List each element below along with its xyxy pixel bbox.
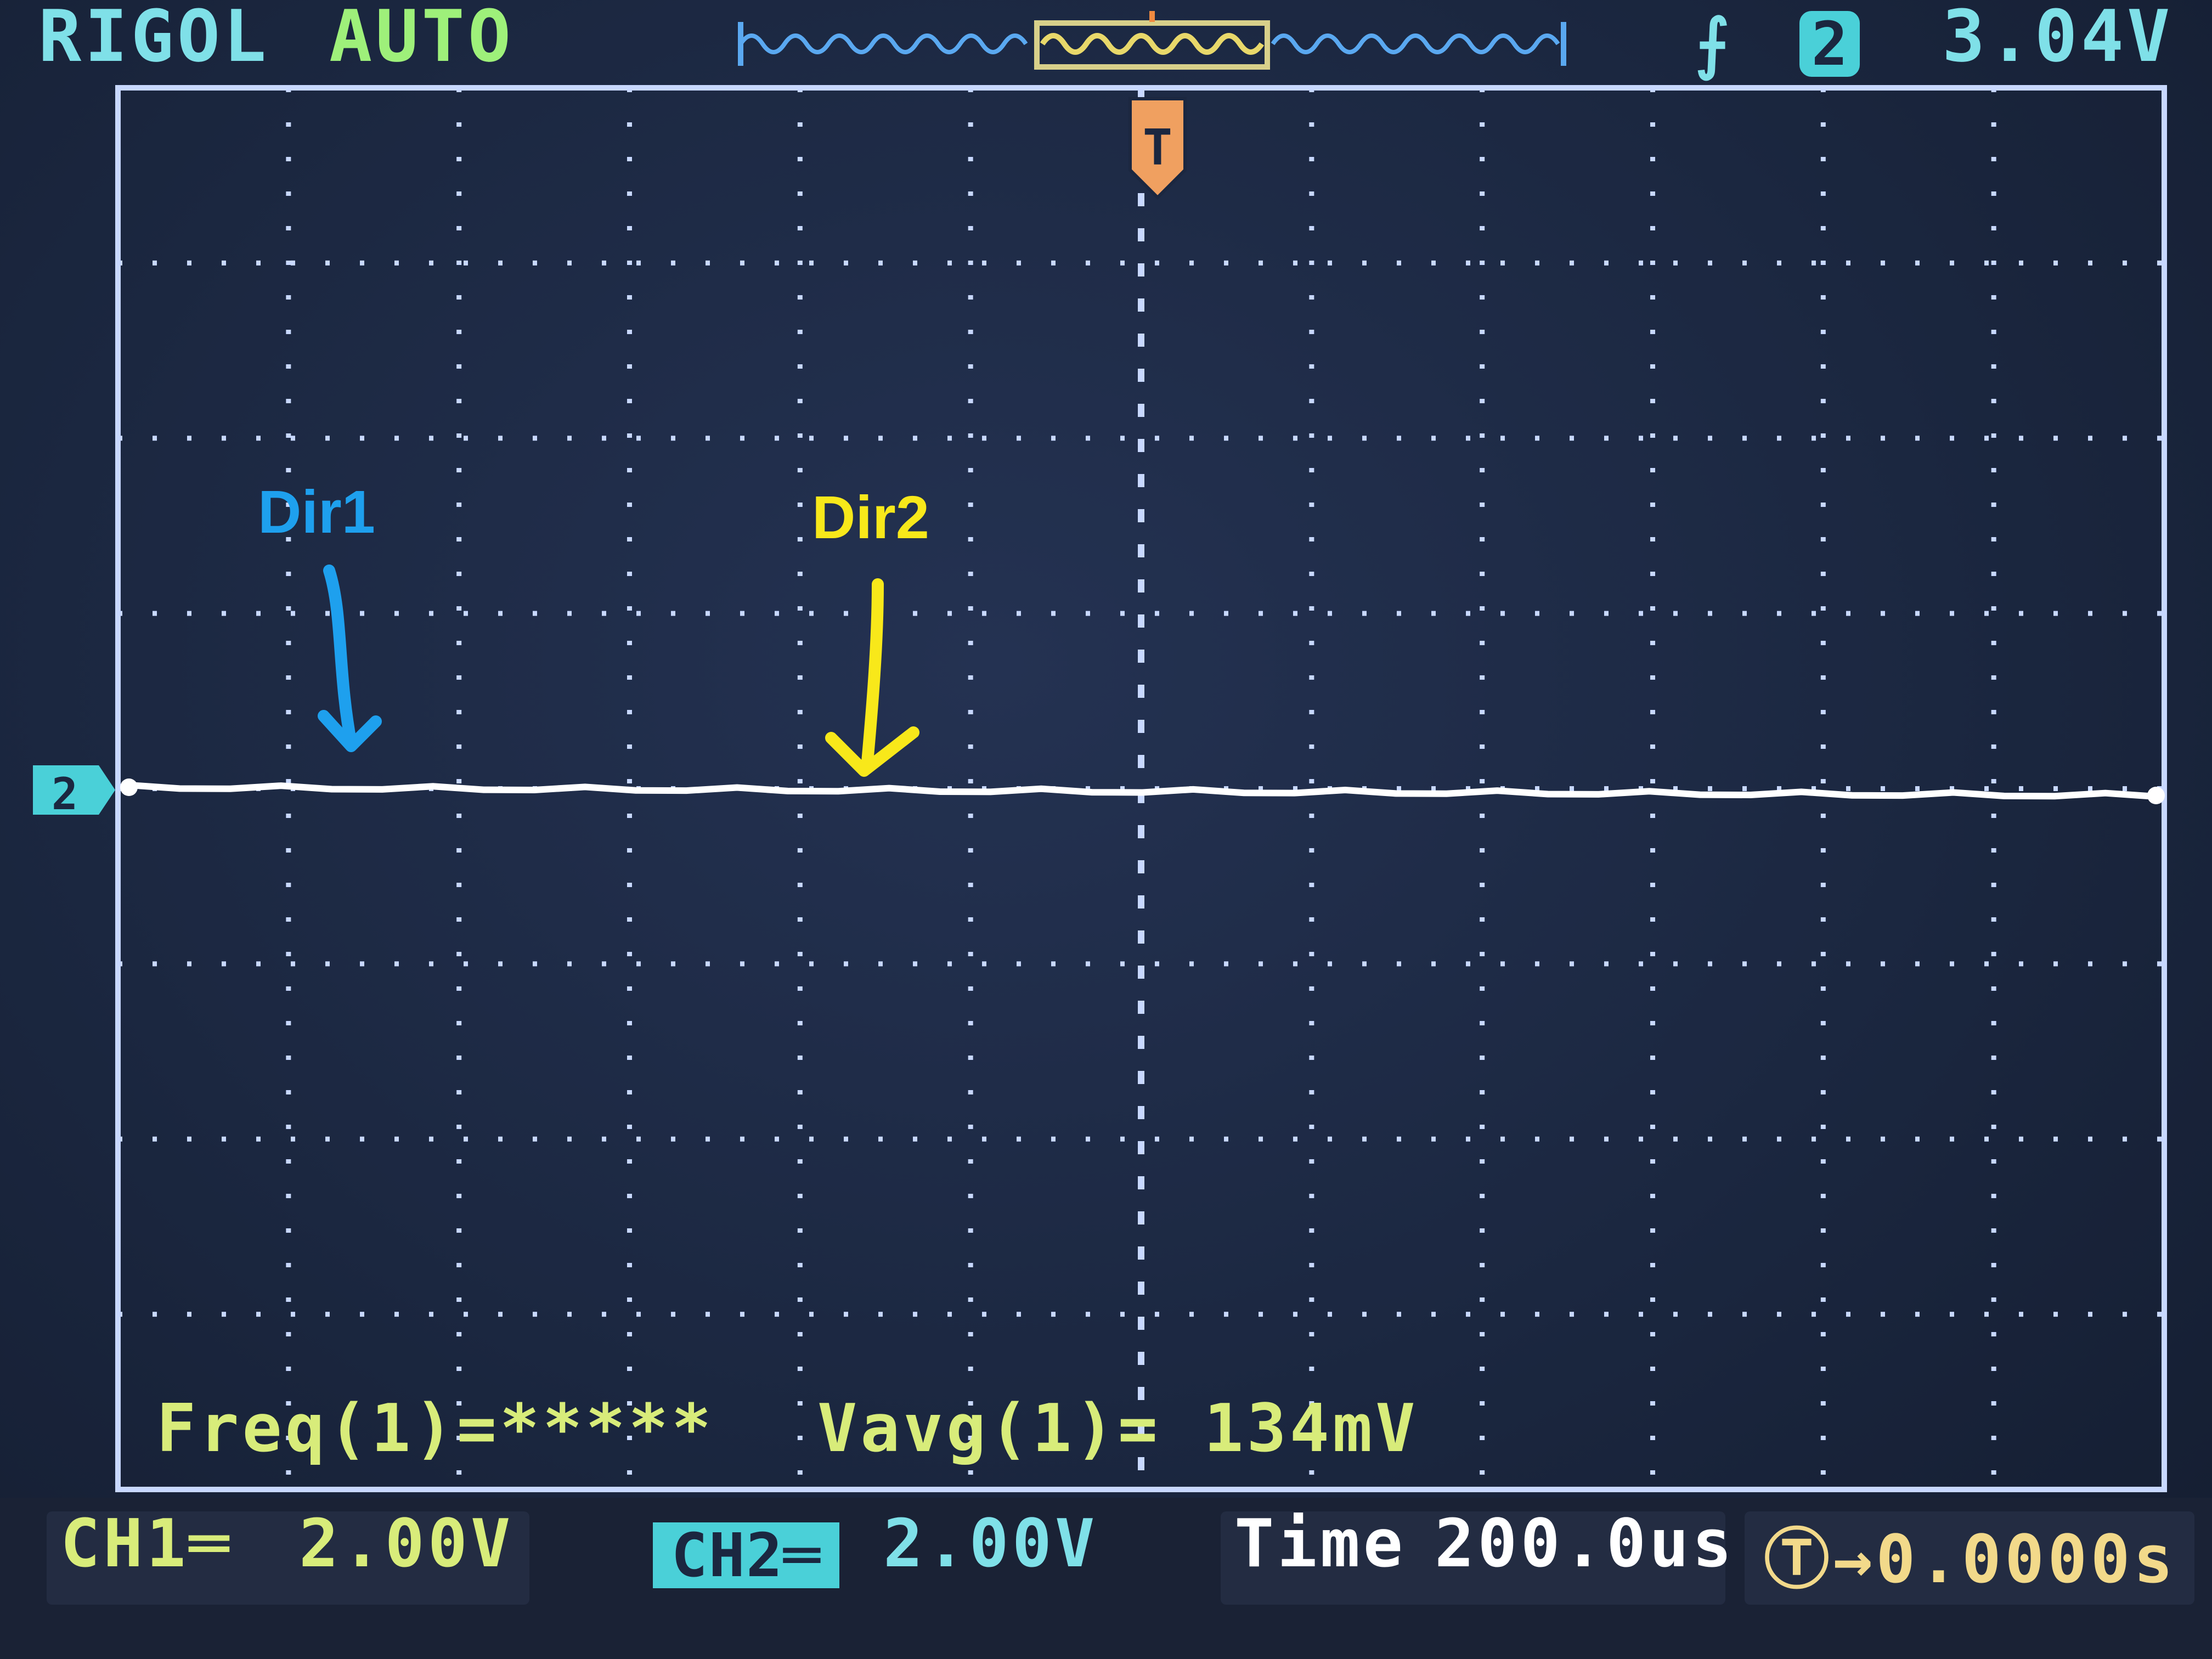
svg-text:2: 2 bbox=[52, 769, 78, 820]
svg-text:T: T bbox=[1143, 119, 1172, 177]
dir2-arrow bbox=[825, 578, 919, 777]
dir1-arrow bbox=[318, 565, 382, 752]
frequency-measurement: Freq(1)=***** bbox=[156, 1391, 715, 1467]
oscilloscope-screen: RIGOL AUTO ⨍ 2 3.04V T 2 Dir1 Dir2 Freq(… bbox=[0, 0, 2212, 1659]
ch1-volts-per-div: 2.00V bbox=[299, 1506, 514, 1582]
average-voltage-measurement: Vavg(1)= 134mV bbox=[817, 1391, 1419, 1467]
time-label: Time bbox=[1234, 1506, 1406, 1582]
trigger-offset: Ⓣ→0.0000s bbox=[1764, 1522, 2176, 1598]
trigger-position-marker: T bbox=[1128, 97, 1187, 200]
ch1-label: CH1═ bbox=[60, 1506, 232, 1582]
ch2-label: CH2═ bbox=[653, 1522, 839, 1588]
dir1-annotation: Dir1 bbox=[258, 478, 375, 546]
ch2-volts-per-div: 2.00V bbox=[883, 1506, 1098, 1582]
dir2-annotation: Dir2 bbox=[812, 484, 929, 551]
time-per-div: 200.0us bbox=[1435, 1506, 1735, 1582]
ch2-ground-marker: 2 bbox=[33, 765, 115, 820]
